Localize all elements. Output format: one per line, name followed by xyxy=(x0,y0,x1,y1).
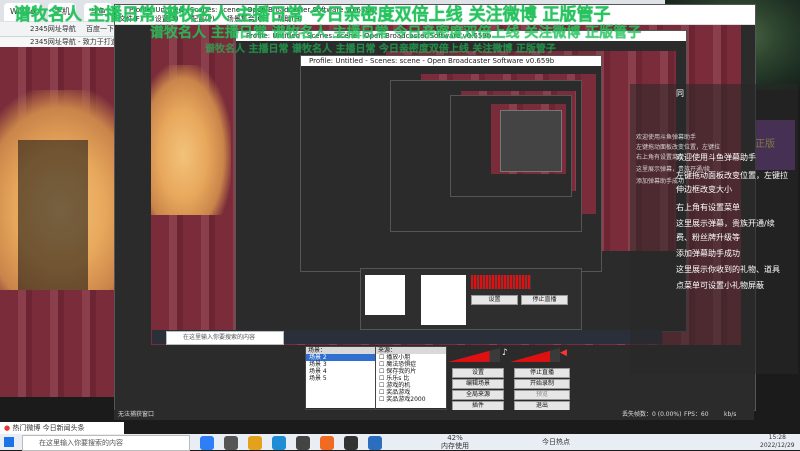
helper-line: 费、粉丝牌升级等 xyxy=(676,233,740,242)
news-text: 今日新闻头条 xyxy=(42,424,85,432)
sources-panel: 来源： ☐ 播放小朋 ☐ 魔法恐惧症 ☐ 保存我的片 ☐ 乐乐s 比 ☐ 游戏的… xyxy=(375,346,447,410)
audio-meters: ♪ ◀ xyxy=(448,348,568,366)
source-label: 奖品游戏 xyxy=(386,389,411,396)
helper-line: 这里展示弹幕，贵族开通/续 xyxy=(676,219,775,228)
nested-sources xyxy=(421,275,466,325)
status-capture: 无法捕获窗口 xyxy=(118,411,155,418)
bookmark-item[interactable]: 百度一下 xyxy=(86,24,114,34)
helper-ghost-line: 欢迎使用斗鱼弹幕助手 xyxy=(636,134,697,141)
scene-item[interactable]: 场景 5 xyxy=(306,375,381,382)
scenes-header: 场景： xyxy=(306,347,381,354)
preview-gold-shape xyxy=(151,65,231,215)
source-label: 乐乐s 比 xyxy=(386,375,410,382)
memory-label: 内存使用 xyxy=(441,442,469,450)
status-bitrate: kb/s xyxy=(724,411,737,418)
helper-ghost-line: 左键拖动面板改变位置，左键拉 xyxy=(636,144,721,151)
scene-item[interactable]: 场景 2 xyxy=(306,354,381,361)
scene-item[interactable]: 场景 4 xyxy=(306,368,381,375)
preview-button[interactable]: 预览 xyxy=(514,390,570,400)
source-label: 奖品游戏2000 xyxy=(386,396,426,403)
helper-line: 这里展示你收到的礼物、道具 xyxy=(676,265,780,274)
stop-stream-button[interactable]: 停止直播 xyxy=(514,368,570,378)
nested-settings-button[interactable]: 设置 xyxy=(471,295,518,305)
overlay-text-echo: 谱牧名人 主播日常 谱牧名人 主播日常 今日亲密度双倍上线 关注微博 正版管子 xyxy=(150,25,642,41)
global-sources-button[interactable]: 全局来源 xyxy=(452,390,504,400)
scene-item[interactable]: 场景 3 xyxy=(306,361,381,368)
source-item[interactable]: ☐ 魔法恐惧症 xyxy=(376,361,446,368)
nested-taskbar: 在这里输入你要搜索的内容 xyxy=(152,330,662,345)
scenes-panel: 场景： 场景 2 场景 3 场景 4 场景 5 xyxy=(305,346,382,410)
obs-status-bar: 无法捕获窗口 丢失帧数：0 (0.00%) FPS：60 kb/s xyxy=(114,410,754,420)
status-fps: FPS：60 xyxy=(684,411,709,418)
news-badge-label: 热门微博 xyxy=(12,424,41,432)
memory-indicator[interactable]: 42% 内存使用 xyxy=(440,434,470,450)
mic-meter xyxy=(448,348,500,362)
edit-scene-button[interactable]: 编辑场景 xyxy=(452,379,504,389)
desktop-audio-meter xyxy=(510,348,560,362)
helper-line: 左键拖动面板改变位置，左键拉 xyxy=(676,171,788,180)
source-item[interactable]: ☐ 保存我的片 xyxy=(376,368,446,375)
start-record-button[interactable]: 开始录制 xyxy=(514,379,570,389)
scenes-list: 场景 2 场景 3 场景 4 场景 5 xyxy=(306,354,381,408)
start-icon[interactable] xyxy=(4,437,14,447)
taskbar-app-icon[interactable] xyxy=(368,436,382,450)
bookmark-item[interactable]: 2345网址导航 xyxy=(30,24,76,34)
source-item[interactable]: ☐ 乐乐s 比 xyxy=(376,375,446,382)
danmaku-helper-panel: 同 欢迎使用斗鱼弹幕助手 左键拖动面板改变位置，左键拉 右上角有设置菜单 这里展… xyxy=(630,84,798,374)
memory-percent: 42% xyxy=(447,434,463,442)
taskbar-app-icon[interactable] xyxy=(224,436,238,450)
status-dropped: 丢失帧数：0 (0.00%) xyxy=(622,411,682,418)
source-item[interactable]: ☐ 奖品游戏2000 xyxy=(376,396,446,403)
source-label: 播放小朋 xyxy=(386,354,411,361)
source-item[interactable]: ☐ 播放小朋 xyxy=(376,354,446,361)
nested-scenes xyxy=(365,275,405,315)
taskbar-app-icon[interactable] xyxy=(320,436,334,450)
taskbar-app-icon[interactable] xyxy=(344,436,358,450)
mic-icon[interactable]: ♪ xyxy=(502,348,508,358)
clock-time: 15:28 xyxy=(768,434,786,441)
helper-line: 添加弹幕助手成功 xyxy=(676,249,740,258)
speaker-icon[interactable]: ◀ xyxy=(560,348,567,358)
source-label: 游戏的机 xyxy=(386,382,411,389)
news-widget[interactable]: 今日热点 xyxy=(542,437,570,447)
settings-button[interactable]: 设置 xyxy=(452,368,504,378)
address-text: 2345网址导航 - 致力于打造百 xyxy=(30,38,125,46)
clock-date: 2022/12/29 xyxy=(760,442,795,449)
clock[interactable]: 15:28 2022/12/29 xyxy=(760,434,795,450)
source-item[interactable]: ☐ 奖品游戏 xyxy=(376,389,446,396)
nested-title: Profile: Untitled - Scenes: scene - Open… xyxy=(301,56,601,66)
taskbar-search[interactable]: 在这里输入你要搜索的内容 xyxy=(22,435,190,451)
helper-line: 伸边框改变大小 xyxy=(676,185,732,194)
taskbar-app-icon[interactable] xyxy=(200,436,214,450)
source-item[interactable]: ☐ 游戏的机 xyxy=(376,382,446,389)
os-taskbar: 在这里输入你要搜索的内容 42% 内存使用 今日热点 15:28 2022/12… xyxy=(0,434,800,451)
sources-list: ☐ 播放小朋 ☐ 魔法恐惧症 ☐ 保存我的片 ☐ 乐乐s 比 ☐ 游戏的机 ☐ … xyxy=(376,354,446,408)
nested-search: 在这里输入你要搜索的内容 xyxy=(166,331,284,345)
nested-window-tiny xyxy=(500,110,562,172)
taskbar-app-icon[interactable] xyxy=(248,436,262,450)
source-label: 魔法恐惧症 xyxy=(386,361,417,368)
taskbar-app-icon[interactable] xyxy=(296,436,310,450)
nested-controls: 设置 停止直播 xyxy=(360,268,582,330)
news-notification[interactable]: ● 热门微博 今日新闻头条 xyxy=(0,422,124,434)
news-badge: ● xyxy=(4,424,11,432)
helper-line: 欢迎使用斗鱼弹幕助手 xyxy=(676,153,756,162)
source-label: 保存我的片 xyxy=(386,368,417,375)
taskbar-app-icon[interactable] xyxy=(272,436,286,450)
nested-meter xyxy=(471,275,531,289)
nested-stop-button[interactable]: 停止直播 xyxy=(521,295,568,305)
helper-line: 点菜单可设置小礼物屏蔽 xyxy=(676,281,764,290)
background-figure xyxy=(18,140,88,290)
helper-title: 同 xyxy=(676,89,684,98)
sources-header: 来源： xyxy=(376,347,446,354)
overlay-text-echo: 谱牧名人 主播日常 谱牧名人 主播日常 今日亲密度双倍上线 关注微博 正版管子 xyxy=(205,44,556,55)
helper-line: 右上角有设置菜单 xyxy=(676,203,740,212)
